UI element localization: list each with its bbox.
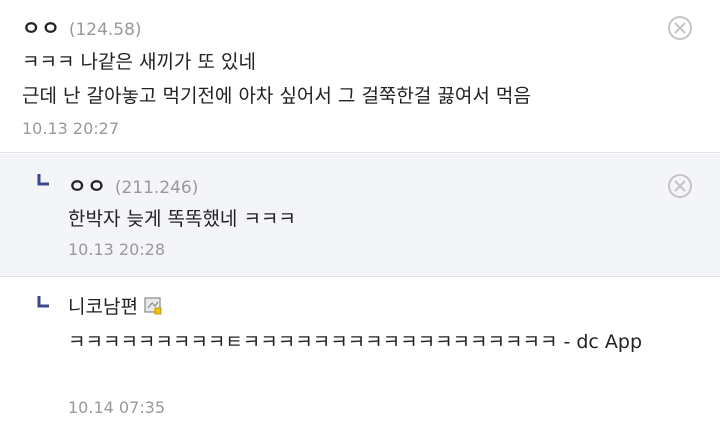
comment-header: ㅇㅇ (124.58) xyxy=(22,12,142,41)
comment-date: 10.13 20:28 xyxy=(68,240,165,259)
comment-header: 니코남편 xyxy=(68,292,162,319)
comment-item: ㅇㅇ (124.58) ㅋㅋㅋ 나같은 새끼가 또 있네 근데 난 갈아놓고 먹… xyxy=(0,0,720,153)
comment-text-line: 한박자 늦게 똑똑했네 ㅋㅋㅋ xyxy=(68,208,296,230)
reply-item: ㅇㅇ (211.246) 한박자 늦게 똑똑했네 ㅋㅋㅋ 10.13 20:28 xyxy=(0,154,720,277)
comment-date: 10.14 07:35 xyxy=(68,398,165,417)
comment-text: ㅋㅋㅋㅋㅋㅋㅋㅋㅋㅌㅋㅋㅋㅋㅋㅋㅋㅋㅋㅋㅋㅋㅋㅋㅋㅋㅋㅋ - dc App xyxy=(68,331,643,353)
gallery-member-icon xyxy=(144,297,162,315)
comment-nickname[interactable]: 니코남편 xyxy=(68,292,138,319)
close-circle-icon[interactable] xyxy=(668,174,692,198)
comment-ip: (211.246) xyxy=(114,178,199,198)
comment-nickname[interactable]: ㅇㅇ xyxy=(68,170,107,199)
reply-arrow-icon xyxy=(37,296,49,308)
comment-date: 10.13 20:27 xyxy=(22,119,119,138)
comment-text-line: ㅋㅋㅋ 나같은 새끼가 또 있네 xyxy=(22,51,256,73)
reply-item: 니코남편 ㅋㅋㅋㅋㅋㅋㅋㅋㅋㅌㅋㅋㅋㅋㅋㅋㅋㅋㅋㅋㅋㅋㅋㅋㅋㅋㅋㅋ - dc A… xyxy=(0,278,720,430)
comment-header: ㅇㅇ (211.246) xyxy=(68,170,198,199)
comment-ip: (124.58) xyxy=(68,20,142,40)
comment-text-line: 근데 난 갈아놓고 먹기전에 아차 싶어서 그 걸쭉한걸 끓여서 먹음 xyxy=(22,85,531,107)
close-circle-icon[interactable] xyxy=(668,16,692,40)
comment-nickname[interactable]: ㅇㅇ xyxy=(22,12,61,41)
reply-arrow-icon xyxy=(37,174,49,186)
